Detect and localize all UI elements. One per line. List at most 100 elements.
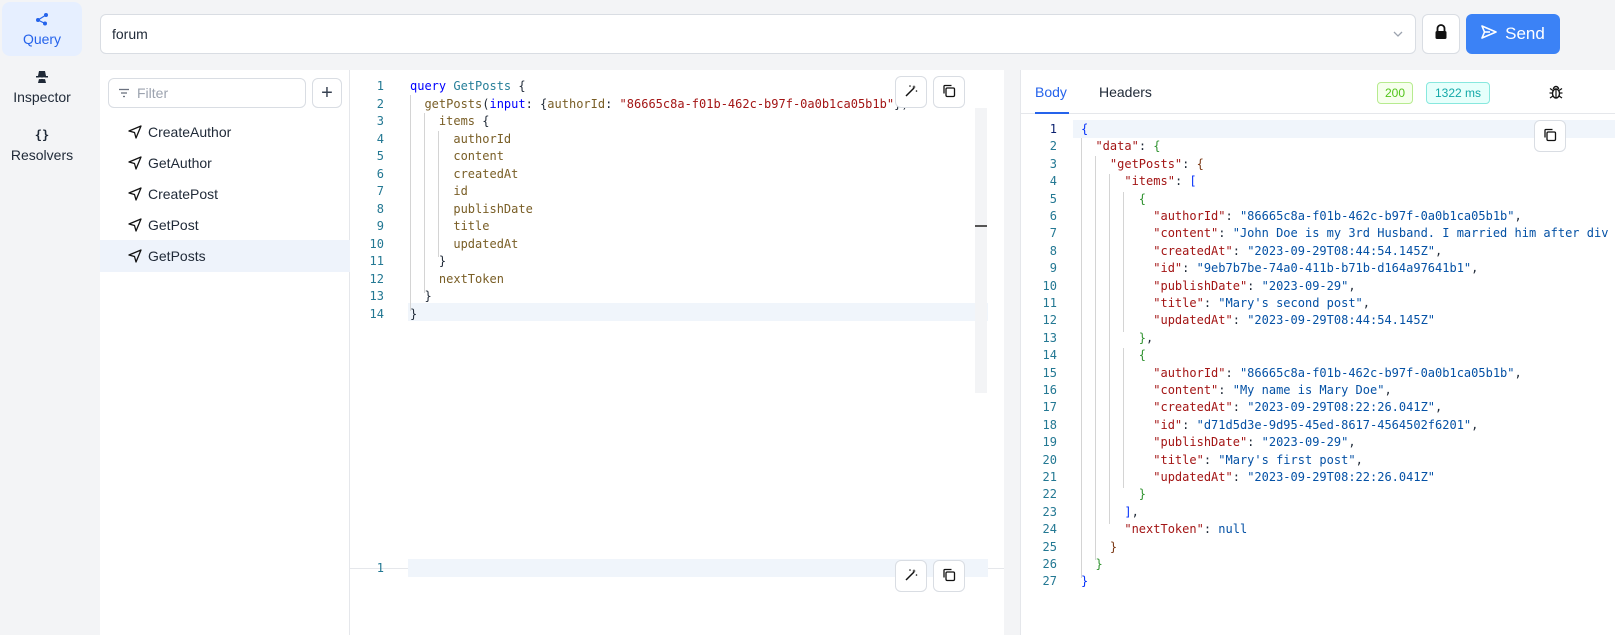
- line-number: 24: [1042, 522, 1057, 537]
- line-number: 13: [1042, 330, 1057, 345]
- line-number: 10: [1042, 278, 1057, 293]
- json-line: {: [1081, 122, 1089, 136]
- braces-icon: {}: [34, 128, 50, 142]
- line-number: 3: [1049, 156, 1057, 171]
- send-button[interactable]: Send: [1466, 14, 1560, 54]
- filter-input[interactable]: Filter: [108, 78, 306, 108]
- line-number: 6: [1049, 209, 1057, 223]
- json-line: "title": "Mary's second post",: [1153, 296, 1371, 310]
- send-icon: [1481, 24, 1497, 44]
- copy-icon: [942, 568, 956, 585]
- json-line: }: [1095, 557, 1103, 571]
- line-number: 22: [1042, 487, 1057, 502]
- copy-icon: [942, 84, 956, 101]
- copy-icon: [1543, 128, 1557, 145]
- response-time-badge: 1322 ms: [1426, 82, 1490, 104]
- prettify-variables-button[interactable]: [895, 560, 927, 592]
- line-number: 16: [1042, 383, 1057, 397]
- send-icon: [128, 249, 142, 263]
- endpoint-select[interactable]: forum: [100, 14, 1416, 54]
- line-number: 12: [1042, 313, 1057, 328]
- send-icon: [128, 156, 142, 170]
- json-line: }: [1138, 487, 1147, 502]
- line-number: 25: [1042, 539, 1057, 554]
- json-line: {: [1138, 191, 1147, 206]
- indent-guide: [1095, 156, 1096, 560]
- filter-icon: [117, 86, 131, 100]
- line-number: 7: [376, 184, 384, 198]
- operation-item[interactable]: CreateAuthor: [100, 116, 350, 148]
- copy-variables-button[interactable]: [933, 560, 965, 592]
- code-line: items {: [438, 114, 490, 128]
- add-operation-button[interactable]: +: [312, 78, 342, 108]
- json-line: },: [1138, 330, 1154, 345]
- line-number: 27: [1042, 574, 1057, 589]
- prettify-button[interactable]: [895, 76, 927, 108]
- operation-item[interactable]: CreatePost: [100, 178, 350, 210]
- operation-item[interactable]: GetAuthor: [100, 147, 350, 179]
- line-number: 11: [369, 254, 384, 268]
- operation-item[interactable]: GetPosts: [100, 240, 350, 272]
- line-number: 3: [376, 114, 384, 128]
- copy-response-button[interactable]: [1534, 120, 1566, 152]
- plus-icon: +: [321, 81, 333, 104]
- send-icon: [128, 125, 142, 139]
- result-tabs: Body Headers 200 1322 ms: [1021, 70, 1615, 114]
- share-nodes-icon: [34, 11, 50, 27]
- tab-body[interactable]: Body: [1035, 84, 1067, 100]
- line-number: 20: [1042, 452, 1057, 467]
- scroll-position-marker: [975, 225, 987, 227]
- operation-item[interactable]: GetPost: [100, 209, 350, 241]
- top-bar: forum Send: [100, 14, 1615, 54]
- bug-icon[interactable]: [1548, 84, 1564, 105]
- code-line: getPosts(input: {authorId: "86665c8a-f01…: [424, 96, 908, 111]
- line-number: 10: [369, 236, 384, 251]
- code-line: }: [410, 254, 447, 268]
- line-number: 5: [1049, 191, 1057, 206]
- rail-item-resolvers[interactable]: {} Resolvers: [2, 118, 82, 172]
- rail-item-label: Resolvers: [10, 147, 74, 163]
- copy-query-button[interactable]: [933, 76, 965, 108]
- line-number: 8: [376, 201, 384, 216]
- rail-item-label: Inspector: [13, 89, 71, 105]
- indent-guide: [1123, 348, 1124, 488]
- tab-headers[interactable]: Headers: [1099, 84, 1152, 100]
- lock-button[interactable]: [1422, 14, 1460, 54]
- json-line: "createdAt": "2023-09-29T08:22:26.041Z",: [1153, 400, 1443, 415]
- line-number: 2: [376, 96, 384, 111]
- code-line: publishDate: [453, 201, 533, 216]
- json-line: }: [1081, 574, 1089, 589]
- rail-item-query[interactable]: Query: [2, 2, 82, 56]
- response-body[interactable]: 1 {2 "data": {3 "getPosts": {4 "items": […: [1021, 114, 1615, 635]
- endpoint-value: forum: [112, 26, 148, 42]
- code-line: authorId: [453, 131, 512, 146]
- query-editor[interactable]: 1 query GetPosts {2 getPosts(input: {auth…: [350, 70, 1004, 635]
- current-line-highlight: [408, 303, 988, 321]
- line-number: 12: [369, 271, 384, 286]
- code-line: createdAt: [453, 166, 519, 181]
- json-line: "items": [: [1124, 174, 1197, 189]
- line-number: 5: [376, 149, 384, 163]
- operation-label: GetPosts: [148, 248, 206, 264]
- indent-guide: [410, 95, 411, 311]
- filter-placeholder: Filter: [137, 85, 169, 101]
- send-label: Send: [1505, 24, 1545, 43]
- json-line: "updatedAt": "2023-09-29T08:22:26.041Z": [1153, 470, 1436, 484]
- operation-label: CreateAuthor: [148, 124, 232, 140]
- magic-wand-icon: [904, 568, 918, 585]
- send-icon: [128, 218, 142, 232]
- line-number: 15: [1042, 365, 1057, 380]
- line-number: 11: [1042, 296, 1057, 310]
- line-number: 19: [1042, 435, 1057, 450]
- rail-item-inspector[interactable]: Inspector: [2, 60, 82, 114]
- indent-guide: [1123, 192, 1124, 332]
- scrollbar[interactable]: [975, 108, 987, 393]
- line-number: 1: [376, 561, 384, 575]
- json-line: "content": "John Doe is my 3rd Husband. …: [1153, 226, 1609, 241]
- line-number: 13: [369, 289, 384, 303]
- line-number: 23: [1042, 504, 1057, 519]
- json-line: "getPosts": {: [1109, 156, 1204, 171]
- line-number: 6: [376, 166, 384, 181]
- code-line: title: [453, 219, 490, 233]
- left-rail: Query Inspector {} Resolvers: [0, 0, 84, 635]
